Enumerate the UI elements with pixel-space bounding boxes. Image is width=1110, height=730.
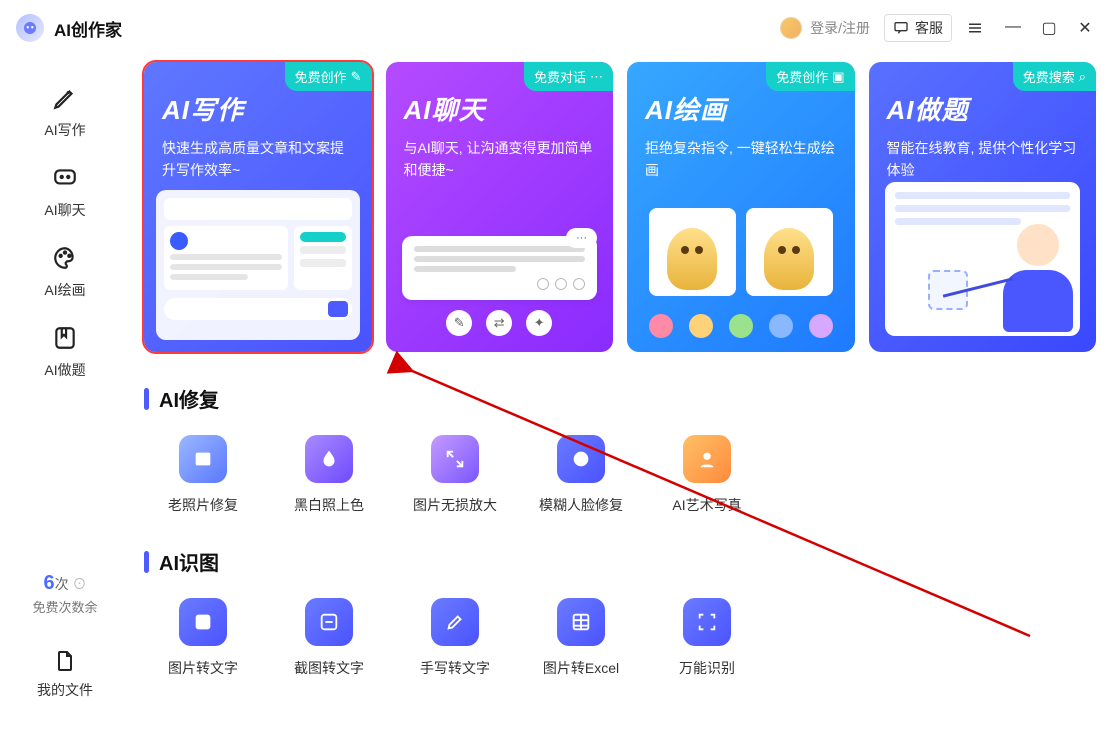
close-icon[interactable]: ✕: [1076, 18, 1094, 38]
sidebar-item-chat[interactable]: AI聊天: [25, 152, 105, 232]
sidebar-item-label: AI写作: [44, 122, 85, 138]
card-desc: 与AI聊天, 让沟通变得更加简单和便捷~: [404, 137, 596, 182]
tool-label: 截图转文字: [294, 660, 364, 676]
tool-label: 老照片修复: [168, 497, 238, 513]
top-right: 登录/注册 客服 — ▢ ✕: [780, 14, 1094, 42]
card-title: AI写作: [162, 90, 354, 127]
user-area[interactable]: 登录/注册: [780, 17, 870, 39]
sidebar-item-label: AI聊天: [44, 202, 85, 218]
tool-face-deblur[interactable]: 模糊人脸修复: [538, 435, 624, 515]
top-bar: AI创作家 登录/注册 客服 — ▢ ✕: [0, 0, 1110, 56]
card-title: AI做题: [887, 90, 1079, 127]
free-count-sub: 免费次数余: [32, 597, 97, 616]
badge-free-chat: 免费对话⋯: [524, 62, 613, 91]
sidebar-item-draw[interactable]: AI绘画: [25, 232, 105, 312]
scan-icon: [683, 598, 731, 646]
file-icon: [48, 644, 82, 678]
tool-ai-portrait[interactable]: AI艺术写真: [664, 435, 750, 515]
free-count: 6次 ⊙ 免费次数余: [32, 572, 97, 616]
handwriting-icon: [431, 598, 479, 646]
person-icon: [683, 435, 731, 483]
maximize-icon[interactable]: ▢: [1040, 18, 1058, 38]
card-ai-test[interactable]: 免费搜索⌕ AI做题 智能在线教育, 提供个性化学习体验: [869, 62, 1097, 352]
chat-icon: [47, 160, 83, 196]
card-preview: [885, 182, 1081, 336]
app-logo-icon: [16, 14, 44, 42]
badge-free-search: 免费搜索⌕: [1013, 62, 1096, 91]
sidebar-item-label: AI做题: [44, 362, 85, 378]
minimize-icon[interactable]: —: [1004, 18, 1022, 38]
feature-cards: 免费创作✎ AI写作 快速生成高质量文章和文案提升写作效率~ 免费对话⋯ AI聊…: [144, 62, 1096, 352]
card-preview: [156, 190, 360, 340]
tool-image-to-excel[interactable]: 图片转Excel: [538, 598, 624, 678]
main-content: 免费创作✎ AI写作 快速生成高质量文章和文案提升写作效率~ 免费对话⋯ AI聊…: [130, 56, 1110, 730]
card-ai-draw[interactable]: 免费创作▣ AI绘画 拒绝复杂指令, 一键轻松生成绘画: [627, 62, 855, 352]
palette-icon: [47, 240, 83, 276]
app-title: AI创作家: [54, 16, 122, 41]
tool-universal-ocr[interactable]: 万能识别: [664, 598, 750, 678]
menu-icon[interactable]: [966, 19, 984, 37]
window-controls: — ▢ ✕: [1004, 18, 1094, 38]
badge-free-draw: 免费创作▣: [766, 62, 854, 91]
sidebar: AI写作 AI聊天 AI绘画 AI做题 6次 ⊙ 免费次数余 我的文件: [0, 56, 130, 730]
tool-label: 手写转文字: [420, 660, 490, 676]
tool-label: 图片无损放大: [413, 497, 497, 513]
card-desc: 拒绝复杂指令, 一键轻松生成绘画: [645, 137, 837, 182]
tool-bw-colorize[interactable]: 黑白照上色: [286, 435, 372, 515]
card-desc: 智能在线教育, 提供个性化学习体验: [887, 137, 1079, 182]
tool-old-photo-repair[interactable]: 老照片修复: [160, 435, 246, 515]
card-desc: 快速生成高质量文章和文案提升写作效率~: [162, 137, 354, 182]
card-ai-write[interactable]: 免费创作✎ AI写作 快速生成高质量文章和文案提升写作效率~: [144, 62, 372, 352]
pen-icon: [47, 80, 83, 116]
free-count-unit: 次: [55, 576, 69, 592]
brand: AI创作家: [16, 14, 122, 42]
expand-icon: [431, 435, 479, 483]
tool-handwriting-to-text[interactable]: 手写转文字: [412, 598, 498, 678]
sidebar-item-label: AI绘画: [44, 282, 85, 298]
color-chips: [649, 314, 833, 338]
my-files-button[interactable]: 我的文件: [37, 644, 93, 700]
tool-label: 模糊人脸修复: [539, 497, 623, 513]
free-count-number: 6: [43, 572, 54, 594]
my-files-label: 我的文件: [37, 682, 93, 698]
sidebar-item-test[interactable]: AI做题: [25, 312, 105, 392]
tool-label: 图片转Excel: [543, 660, 619, 676]
card-title: AI绘画: [645, 90, 837, 127]
tool-label: AI艺术写真: [672, 497, 741, 513]
card-ai-chat[interactable]: 免费对话⋯ AI聊天 与AI聊天, 让沟通变得更加简单和便捷~ ··· ✎⇄✦: [386, 62, 614, 352]
tool-label: 黑白照上色: [294, 497, 364, 513]
face-icon: [557, 435, 605, 483]
sidebar-item-write[interactable]: AI写作: [25, 72, 105, 152]
image-icon: ▣: [832, 69, 844, 85]
drop-icon: [305, 435, 353, 483]
card-preview: [649, 208, 833, 296]
card-title: AI聊天: [404, 90, 596, 127]
customer-service-button[interactable]: 客服: [884, 14, 952, 42]
section-heading: AI修复: [159, 384, 219, 413]
section-ai-ocr: AI识图 图片转文字 截图转文字 手写转文字 图片转Excel 万能识别: [144, 547, 1096, 678]
screenshot-icon: [305, 598, 353, 646]
image-text-icon: [179, 598, 227, 646]
card-preview: ··· ✎⇄✦: [402, 228, 598, 336]
section-heading: AI识图: [159, 547, 219, 576]
badge-free-create: 免费创作✎: [285, 62, 372, 91]
ellipsis-icon: ⋯: [590, 69, 603, 85]
tool-upscale[interactable]: 图片无损放大: [412, 435, 498, 515]
table-icon: [557, 598, 605, 646]
search-icon: ⌕: [1079, 69, 1086, 85]
tool-screenshot-to-text[interactable]: 截图转文字: [286, 598, 372, 678]
tool-label: 图片转文字: [168, 660, 238, 676]
customer-service-label: 客服: [915, 18, 943, 38]
photo-icon: [179, 435, 227, 483]
tool-image-to-text[interactable]: 图片转文字: [160, 598, 246, 678]
bookmark-icon: [47, 320, 83, 356]
tool-label: 万能识别: [679, 660, 735, 676]
edit-icon: ✎: [351, 69, 362, 85]
section-ai-repair: AI修复 老照片修复 黑白照上色 图片无损放大 模糊人脸修复 AI艺术写真: [144, 384, 1096, 515]
login-link[interactable]: 登录/注册: [810, 18, 870, 38]
chat-bubble-icon: [893, 20, 909, 36]
avatar-icon: [780, 17, 802, 39]
